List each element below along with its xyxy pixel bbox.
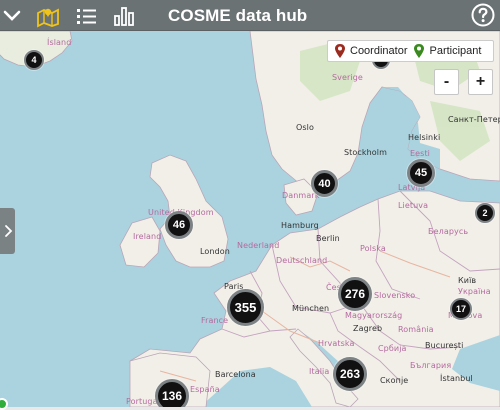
zoom-in-button[interactable]: + [468,69,493,95]
label-spb: Санкт-Петербург [448,115,500,124]
label-zagreb: Zagreb [353,324,383,333]
label-srbija: Србија [378,344,407,353]
label-ireland: Ireland [133,232,162,241]
label-hrvatska: Hrvatska [318,339,355,348]
cluster-marker[interactable]: 46 [165,211,193,239]
map-icon[interactable] [36,4,60,28]
label-lietuva: Lietuva [398,201,429,210]
cluster-marker[interactable]: 276 [338,277,372,311]
legend-participant: Participant [413,43,481,59]
legend-coordinator: Coordinator [334,43,407,59]
label-france: France [201,316,229,325]
chevron-down-icon[interactable] [2,4,26,28]
legend-coordinator-label: Coordinator [350,45,408,57]
label-barcelona: Barcelona [215,370,256,379]
participant-pin-icon [414,44,425,58]
map-view[interactable]: Ísland Sverige Oslo Helsinki Санкт-Петер… [0,31,500,407]
label-romania: România [398,325,434,334]
coordinator-pin-icon [335,44,345,58]
label-magyarorszag: Magyarország [345,311,403,320]
label-hamburg: Hamburg [281,221,319,230]
label-skopje: Скопје [380,376,409,385]
label-nederland: Nederland [237,241,280,250]
label-helsinki: Helsinki [408,133,441,142]
app-title: COSME data hub [168,6,308,25]
top-bar: COSME data hub [0,0,500,31]
label-berlin: Berlin [316,234,340,243]
label-munchen: München [292,304,330,313]
list-icon[interactable] [75,4,99,28]
bar-chart-icon[interactable] [112,4,136,28]
map-legend: Coordinator Participant [327,40,494,62]
cluster-marker[interactable]: 355 [227,289,264,326]
label-espana: España [190,385,220,394]
label-london: London [200,247,230,256]
label-bulgaria: България [410,361,452,370]
map-basemap [0,31,500,407]
label-italia: Italia [309,367,330,376]
label-kyiv: Київ [458,276,477,285]
label-oslo: Oslo [296,123,314,132]
label-slovensko: Slovensko [374,291,416,300]
label-eesti: Eesti [410,149,431,158]
cluster-marker[interactable]: 4 [24,50,44,70]
label-deutschland: Deutschland [276,256,328,265]
expand-panel-button[interactable] [0,208,15,254]
zoom-out-button[interactable]: - [434,69,459,95]
label-polska: Polska [360,244,386,253]
chevron-right-icon [4,225,12,237]
label-bucuresti: București [425,341,464,350]
cluster-marker[interactable]: 263 [333,357,367,391]
label-ukraina: Україна [458,287,491,296]
label-belarus: Беларусь [428,227,469,236]
label-sverige: Sverige [332,73,363,82]
cluster-marker[interactable]: 40 [311,170,338,197]
label-island: Ísland [47,38,72,47]
label-istanbul: İstanbul [440,374,473,383]
cluster-marker[interactable]: 136 [155,379,189,407]
legend-participant-label: Participant [429,45,482,57]
label-stockholm: Stockholm [344,148,388,157]
cluster-marker[interactable]: 45 [407,159,435,187]
help-icon[interactable] [471,3,495,27]
cluster-marker[interactable]: 2 [475,203,495,223]
cluster-marker[interactable]: 17 [450,298,472,320]
